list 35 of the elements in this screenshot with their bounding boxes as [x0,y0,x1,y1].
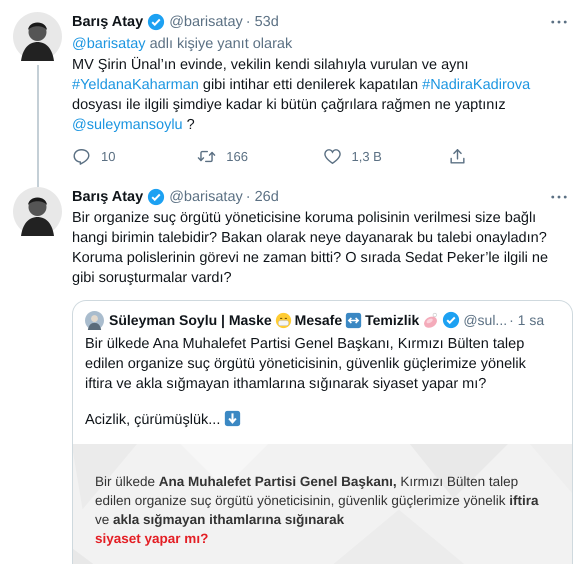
author-name[interactable]: Mesafe [294,310,342,330]
author-name[interactable]: Barış Atay [72,12,144,32]
tweet-time[interactable]: · 1 sa [509,310,544,330]
quoted-tweet[interactable] [72,300,573,564]
more-icon[interactable] [551,195,567,199]
author-handle[interactable]: @barisatay [169,12,243,32]
soap-icon [422,312,440,328]
tweet-time[interactable]: · 26d [246,187,279,207]
tweet-text: Bir organize suç örgütü yöneticisine koruma polisinin verilmesi size bağlı hangi birimin talebidir? Bakan olarak neye dayanarak bu talebi onayladın? Koruma polislerinin görevi ne zaman bitti? O sırada Sedat Peker’le ilgili ne gibi soruşturmalar vardı? [72,209,550,288]
hashtag-link[interactable]: #NadiraKadirova [422,77,530,93]
heart-icon[interactable] [322,147,342,166]
hashtag-link[interactable]: #YeldanaKaharman [72,77,199,93]
author-handle[interactable]: @sul... [463,310,508,330]
share-icon[interactable] [448,147,467,166]
image-caption-highlight: siyaset yapar mı? [95,530,208,548]
action-count: 166 [226,149,248,164]
more-icon[interactable] [551,20,567,24]
image-caption: Bir ülkede Ana Muhalefet Partisi Genel Başkanı, Kırmızı Bülten talep edilen organize suç örgütü yöneticisinin, güvenlik güçlerimize yönelik iftira ve akla sığmayan ithamlarına sığınarak [95,473,540,529]
reply-icon[interactable] [72,147,91,166]
author-name[interactable]: Süleyman Soylu | Maske [109,310,272,330]
avatar[interactable] [13,187,62,236]
action-count: 10 [101,149,116,164]
author-name[interactable]: Temizlik [365,310,420,330]
tweet-text: Acizlik, çürümüşlük... [85,412,220,428]
tweet-text: Bir ülkede Ana Muhalefet Partisi Genel Başkanı, Kırmızı Bülten talep edilen organize suç örgütü yöneticisinin, güvenlik güçlerimize yönelik iftira ve akla sığmayan ithamlarına sığınarak siyaset yapar mı? [85,335,527,394]
tweet-text: MV Şirin Ünal’ın evinde, vekilin kendi silahıyla vurulan ve aynı #YeldanaKaharman gibi intihar etti denilerek kapatılan #NadiraKadirova dosyası ile ilgili şimdiye kadar ki bütün çağrılara rağmen ne yaptınız @suleymansoylu ? [72,56,532,135]
mention-link[interactable]: @barisatay [72,36,146,52]
avatar[interactable] [13,12,62,61]
mask-face-icon [274,312,292,328]
mention-link[interactable]: @suleymansoylu [72,117,183,133]
action-count: 1,3 B [352,149,382,164]
tweet-time[interactable]: · 53d [246,12,279,32]
reply-context: @barisatay adlı kişiye yanıt olarak [72,35,294,54]
author-name[interactable]: Barış Atay [72,187,144,207]
author-handle[interactable]: @barisatay [169,187,243,207]
